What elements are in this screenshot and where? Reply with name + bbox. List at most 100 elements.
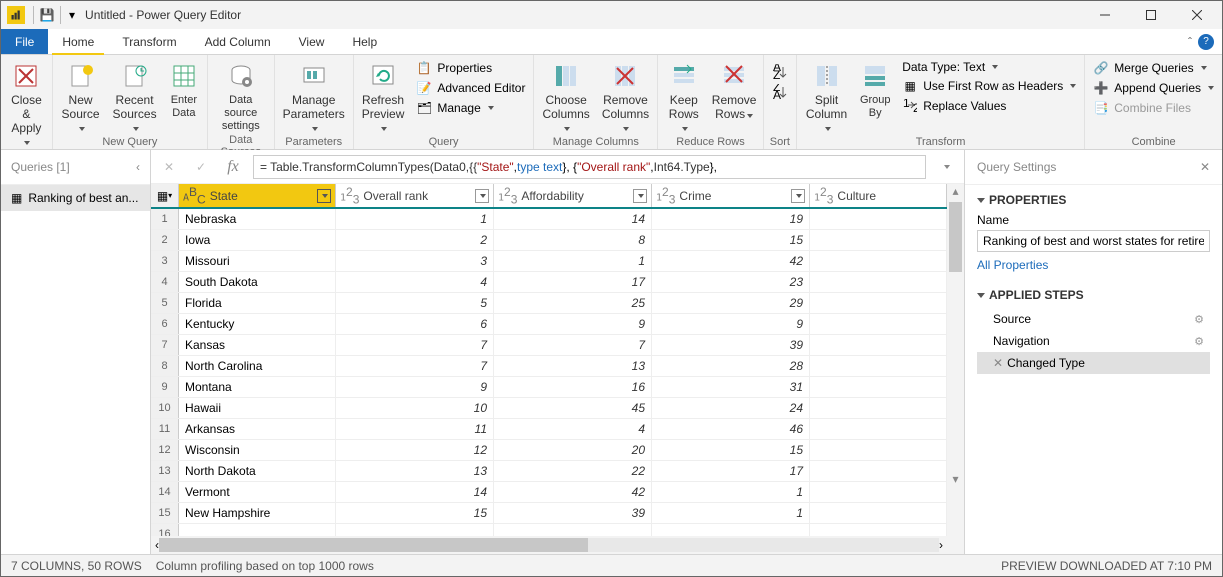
group-label-query: Query: [356, 135, 532, 149]
table-row[interactable]: 5Florida52529: [151, 293, 947, 314]
close-settings-icon[interactable]: ✕: [1200, 160, 1210, 174]
query-name-input[interactable]: [977, 230, 1210, 252]
grid-body[interactable]: 1Nebraska114192Iowa28153Missouri31424Sou…: [151, 209, 947, 536]
formula-input[interactable]: = Table.TransformColumnTypes(Data0,{{ "S…: [253, 155, 926, 179]
sort-desc-button[interactable]: ZA: [770, 83, 790, 101]
tab-transform[interactable]: Transform: [108, 29, 190, 54]
table-row[interactable]: 2Iowa2815: [151, 230, 947, 251]
table-row[interactable]: 11Arkansas11446: [151, 419, 947, 440]
column-header-rank[interactable]: 123Overall rank: [336, 184, 494, 207]
all-properties-link[interactable]: All Properties: [977, 258, 1048, 272]
queries-title: Queries [1]: [11, 160, 70, 174]
gear-icon[interactable]: ⚙: [1194, 335, 1204, 348]
table-row[interactable]: 15New Hampshire15391: [151, 503, 947, 524]
merge-queries-button[interactable]: 🔗Merge Queries: [1091, 59, 1216, 77]
table-row[interactable]: 8North Carolina71328: [151, 356, 947, 377]
step-navigation[interactable]: Navigation⚙: [977, 330, 1210, 352]
table-row[interactable]: 6Kentucky699: [151, 314, 947, 335]
close-button[interactable]: [1174, 1, 1220, 29]
expand-formula-icon[interactable]: [934, 155, 958, 179]
sort-asc-button[interactable]: AZ: [770, 63, 790, 81]
collapse-queries-icon[interactable]: ‹: [136, 160, 140, 174]
split-column-button[interactable]: Split Column: [799, 57, 854, 135]
select-all-corner[interactable]: ▦▾: [151, 184, 179, 207]
fx-icon[interactable]: fx: [221, 155, 245, 179]
advanced-editor-button[interactable]: 📝Advanced Editor: [414, 79, 527, 97]
keep-rows-button[interactable]: Keep Rows: [660, 57, 707, 135]
table-row[interactable]: 1Nebraska11419: [151, 209, 947, 230]
filter-icon[interactable]: [475, 189, 489, 203]
step-source[interactable]: Source⚙: [977, 308, 1210, 330]
tab-addcolumn[interactable]: Add Column: [191, 29, 285, 54]
status-profiling[interactable]: Column profiling based on top 1000 rows: [156, 559, 374, 573]
column-header-culture[interactable]: 123Culture: [810, 184, 947, 207]
refresh-preview-button[interactable]: Refresh Preview: [356, 57, 411, 135]
cancel-formula-icon[interactable]: ✕: [157, 155, 181, 179]
replace-values-button[interactable]: 12Replace Values: [900, 97, 1078, 115]
group-label-combine: Combine: [1087, 135, 1220, 149]
svg-text:2: 2: [913, 101, 917, 113]
properties-header[interactable]: PROPERTIES: [977, 193, 1210, 207]
column-header-crime[interactable]: 123Crime: [652, 184, 810, 207]
properties-button[interactable]: 📋Properties: [414, 59, 527, 77]
filter-icon[interactable]: [317, 189, 331, 203]
vertical-scrollbar[interactable]: ▴ ▾: [947, 184, 964, 554]
column-header-aff[interactable]: 123Affordability: [494, 184, 652, 207]
commit-formula-icon[interactable]: ✓: [189, 155, 213, 179]
table-icon: ▦: [11, 191, 22, 205]
table-row[interactable]: 16: [151, 524, 947, 536]
maximize-button[interactable]: [1128, 1, 1174, 29]
save-icon[interactable]: 💾: [38, 8, 56, 22]
minimize-button[interactable]: [1082, 1, 1128, 29]
queries-pane: Queries [1] ‹ ▦Ranking of best an...: [1, 150, 151, 554]
column-header-state[interactable]: ABCState: [179, 184, 336, 207]
data-source-settings-button[interactable]: Data source settings: [210, 57, 272, 133]
choose-columns-button[interactable]: Choose Columns: [536, 57, 595, 135]
grid-header: ▦▾ ABCState 123Overall rank 123Affordabi…: [151, 184, 947, 209]
append-queries-button[interactable]: ➕Append Queries: [1091, 79, 1216, 97]
table-row[interactable]: 14Vermont14421: [151, 482, 947, 503]
status-preview-time: PREVIEW DOWNLOADED AT 7:10 PM: [1001, 559, 1212, 573]
table-row[interactable]: 3Missouri3142: [151, 251, 947, 272]
svg-text:A: A: [773, 88, 781, 100]
statusbar: 7 COLUMNS, 50 ROWS Column profiling base…: [1, 554, 1222, 576]
table-row[interactable]: 4South Dakota41723: [151, 272, 947, 293]
step-changed-type[interactable]: ✕Changed Type: [977, 352, 1210, 374]
tab-view[interactable]: View: [285, 29, 339, 54]
table-row[interactable]: 12Wisconsin122015: [151, 440, 947, 461]
scroll-right-icon[interactable]: ›: [939, 538, 943, 552]
tab-file[interactable]: File: [1, 29, 48, 54]
table-row[interactable]: 10Hawaii104524: [151, 398, 947, 419]
first-row-headers-button[interactable]: ▦Use First Row as Headers: [900, 77, 1078, 95]
table-row[interactable]: 9Montana91631: [151, 377, 947, 398]
qat-chevron-icon[interactable]: ▾: [65, 8, 79, 22]
group-label-params: Parameters: [277, 135, 351, 149]
group-by-button[interactable]: Group By: [854, 57, 896, 135]
new-source-button[interactable]: New Source: [55, 57, 106, 135]
settings-title: Query Settings: [977, 160, 1056, 174]
collapse-ribbon-icon[interactable]: ˆ: [1188, 35, 1192, 49]
help-icon[interactable]: ?: [1198, 34, 1214, 50]
filter-icon[interactable]: [791, 189, 805, 203]
tab-help[interactable]: Help: [338, 29, 391, 54]
enter-data-button[interactable]: Enter Data: [163, 57, 205, 135]
name-label: Name: [977, 213, 1210, 227]
table-row[interactable]: 7Kansas7739: [151, 335, 947, 356]
query-item[interactable]: ▦Ranking of best an...: [1, 185, 150, 211]
horizontal-scrollbar[interactable]: ‹ ›: [151, 536, 947, 554]
filter-icon[interactable]: [633, 189, 647, 203]
tab-home[interactable]: Home: [48, 29, 108, 54]
manage-button[interactable]: 🗂Manage: [414, 99, 527, 117]
close-apply-button[interactable]: Close & Apply: [3, 57, 50, 149]
gear-icon[interactable]: ⚙: [1194, 313, 1204, 326]
titlebar: 💾 ▾ Untitled - Power Query Editor: [1, 1, 1222, 29]
remove-columns-button[interactable]: Remove Columns: [596, 57, 655, 135]
remove-rows-button[interactable]: Remove Rows: [707, 57, 760, 135]
manage-parameters-button[interactable]: Manage Parameters: [277, 57, 351, 135]
applied-steps-header[interactable]: APPLIED STEPS: [977, 288, 1210, 302]
group-label-managecols: Manage Columns: [536, 135, 655, 149]
table-row[interactable]: 13North Dakota132217: [151, 461, 947, 482]
data-type-button[interactable]: Data Type: Text: [900, 59, 1078, 75]
recent-sources-button[interactable]: Recent Sources: [106, 57, 163, 135]
group-label-transform: Transform: [799, 135, 1082, 149]
